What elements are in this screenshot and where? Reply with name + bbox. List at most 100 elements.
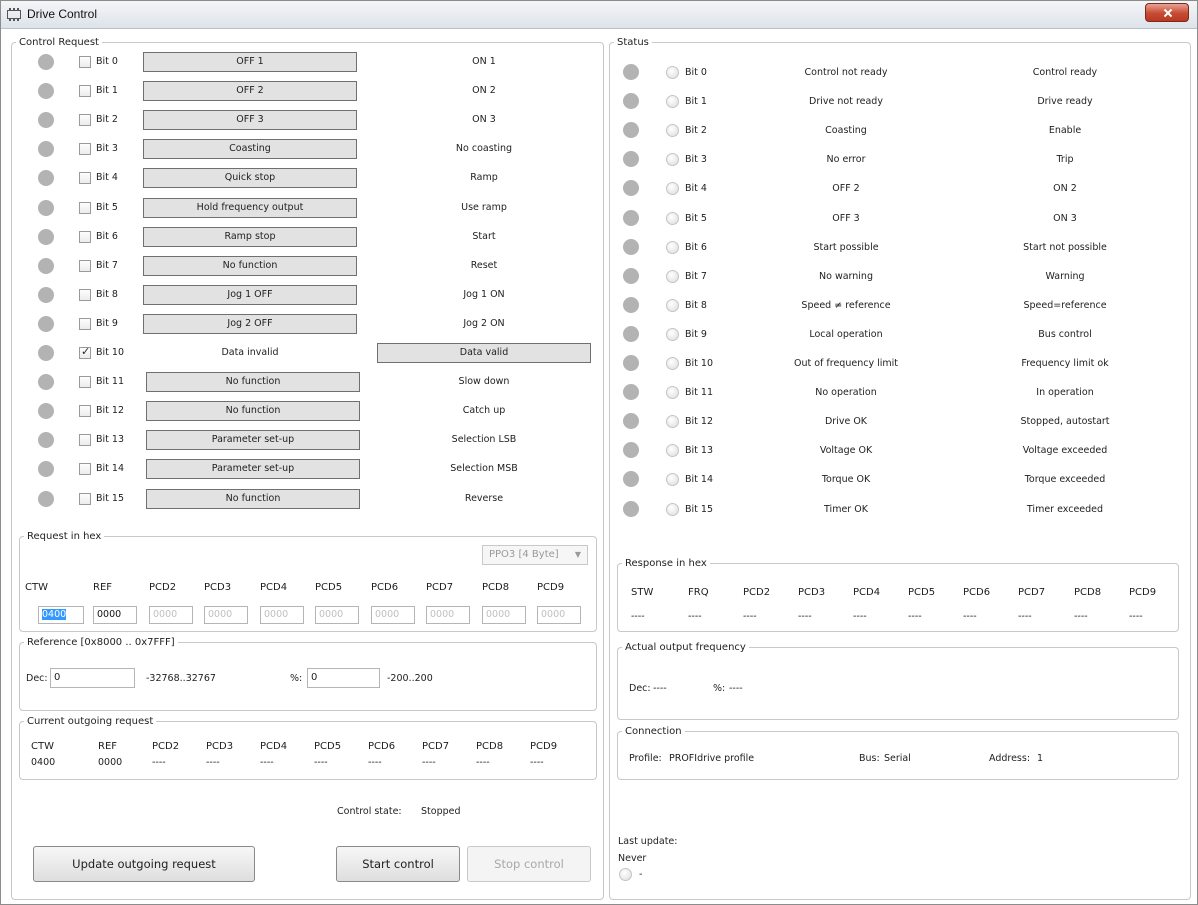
close-button[interactable] <box>1145 3 1189 22</box>
bit-checkbox[interactable] <box>79 172 91 184</box>
info-icon[interactable] <box>38 54 54 70</box>
bit-checkbox[interactable] <box>79 56 91 68</box>
start-control-button[interactable]: Start control <box>336 846 460 882</box>
bit-checkbox[interactable] <box>79 493 91 505</box>
current-request-value: 0400 <box>31 757 56 768</box>
request-hex-input[interactable]: 0000 <box>482 606 526 624</box>
on-state-label[interactable]: Ramp <box>377 172 591 183</box>
request-hex-input[interactable]: 0000 <box>93 606 137 624</box>
info-icon[interactable] <box>623 151 639 167</box>
on-state-label[interactable]: Jog 1 ON <box>377 289 591 300</box>
request-hex-input[interactable]: 0400 <box>38 606 84 624</box>
info-icon[interactable] <box>38 432 54 448</box>
off-state-button[interactable]: Ramp stop <box>143 227 357 247</box>
info-icon[interactable] <box>38 112 54 128</box>
stop-control-button[interactable]: Stop control <box>467 846 591 882</box>
info-icon[interactable] <box>623 239 639 255</box>
bit-checkbox[interactable] <box>79 85 91 97</box>
off-state-button[interactable]: OFF 1 <box>143 52 357 72</box>
off-state-button[interactable]: Jog 2 OFF <box>143 314 357 334</box>
on-state-label[interactable]: Slow down <box>377 376 591 387</box>
reference-dec-input[interactable]: 0 <box>50 668 135 688</box>
request-hex-input[interactable]: 0000 <box>315 606 359 624</box>
info-icon[interactable] <box>623 471 639 487</box>
on-state-label[interactable]: ON 1 <box>377 56 591 67</box>
off-state-button[interactable]: Hold frequency output <box>143 198 357 218</box>
bit-checkbox[interactable] <box>79 434 91 446</box>
info-icon[interactable] <box>623 122 639 138</box>
bit-checkbox[interactable] <box>79 463 91 475</box>
info-icon[interactable] <box>38 287 54 303</box>
off-state-button[interactable]: Parameter set-up <box>146 459 360 479</box>
on-state-label[interactable]: Jog 2 ON <box>377 318 591 329</box>
info-icon[interactable] <box>623 297 639 313</box>
info-icon[interactable] <box>623 501 639 517</box>
info-icon[interactable] <box>623 180 639 196</box>
info-icon[interactable] <box>38 258 54 274</box>
info-icon[interactable] <box>38 316 54 332</box>
bit-checkbox[interactable] <box>79 345 91 359</box>
bit-checkbox[interactable] <box>79 260 91 272</box>
request-hex-input[interactable]: 0000 <box>260 606 304 624</box>
on-state-label[interactable]: ON 2 <box>377 85 591 96</box>
info-icon[interactable] <box>38 461 54 477</box>
info-icon[interactable] <box>38 403 54 419</box>
off-state-button[interactable]: No function <box>143 256 357 276</box>
on-state-button[interactable]: Data valid <box>377 343 591 363</box>
update-outgoing-request-button[interactable]: Update outgoing request <box>33 846 255 882</box>
off-state-button[interactable]: OFF 3 <box>143 110 357 130</box>
info-icon[interactable] <box>623 326 639 342</box>
request-hex-input[interactable]: 0000 <box>426 606 470 624</box>
info-icon[interactable] <box>38 374 54 390</box>
bit-checkbox[interactable] <box>79 376 91 388</box>
reference-pct-input[interactable]: 0 <box>307 668 380 688</box>
bit-checkbox[interactable] <box>79 318 91 330</box>
info-icon[interactable] <box>623 268 639 284</box>
on-state-label[interactable]: ON 3 <box>377 114 591 125</box>
ppo-select[interactable]: PPO3 [4 Byte] ▼ <box>482 545 588 565</box>
on-state-label[interactable]: Catch up <box>377 405 591 416</box>
on-state-label[interactable]: Use ramp <box>377 202 591 213</box>
on-state-label[interactable]: Reset <box>377 260 591 271</box>
info-icon[interactable] <box>623 64 639 80</box>
info-icon[interactable] <box>623 210 639 226</box>
info-icon[interactable] <box>623 384 639 400</box>
on-state-label[interactable]: No coasting <box>377 143 591 154</box>
on-state-label[interactable]: Selection LSB <box>377 434 591 445</box>
info-icon[interactable] <box>623 413 639 429</box>
info-icon[interactable] <box>623 93 639 109</box>
off-state-button[interactable]: Quick stop <box>143 168 357 188</box>
request-hex-input[interactable]: 0000 <box>204 606 248 624</box>
info-icon[interactable] <box>623 355 639 371</box>
info-icon[interactable] <box>38 170 54 186</box>
current-request-header: PCD2 <box>152 741 180 752</box>
request-hex-input[interactable]: 0000 <box>371 606 415 624</box>
request-hex-input[interactable]: 0000 <box>149 606 193 624</box>
bit-checkbox[interactable] <box>79 289 91 301</box>
bit-checkbox[interactable] <box>79 114 91 126</box>
info-icon[interactable] <box>38 83 54 99</box>
off-state-button[interactable]: No function <box>146 401 360 421</box>
bit-checkbox[interactable] <box>79 202 91 214</box>
info-icon[interactable] <box>38 345 54 361</box>
bit-checkbox[interactable] <box>79 143 91 155</box>
off-state-label[interactable]: Data invalid <box>143 347 357 358</box>
info-icon[interactable] <box>38 141 54 157</box>
off-state-button[interactable]: No function <box>146 372 360 392</box>
info-icon[interactable] <box>38 229 54 245</box>
request-hex-input[interactable]: 0000 <box>537 606 581 624</box>
off-state-button[interactable]: Jog 1 OFF <box>143 285 357 305</box>
off-state-button[interactable]: Parameter set-up <box>146 430 360 450</box>
status-led-icon <box>666 386 679 399</box>
off-state-button[interactable]: Coasting <box>143 139 357 159</box>
info-icon[interactable] <box>38 200 54 216</box>
off-state-button[interactable]: No function <box>146 489 360 509</box>
off-state-button[interactable]: OFF 2 <box>143 81 357 101</box>
bit-checkbox[interactable] <box>79 231 91 243</box>
on-state-label[interactable]: Selection MSB <box>377 463 591 474</box>
on-state-label[interactable]: Start <box>377 231 591 242</box>
info-icon[interactable] <box>623 442 639 458</box>
info-icon[interactable] <box>38 491 54 507</box>
on-state-label[interactable]: Reverse <box>377 493 591 504</box>
bit-checkbox[interactable] <box>79 405 91 417</box>
